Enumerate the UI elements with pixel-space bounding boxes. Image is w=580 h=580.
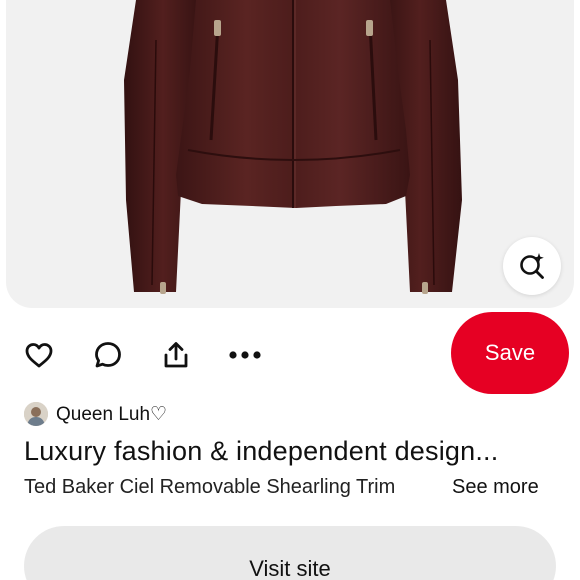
visit-site-button[interactable]: Visit site <box>24 526 556 580</box>
share-icon <box>164 342 188 368</box>
pin-description: Ted Baker Ciel Removable Shearling Trim <box>24 476 396 498</box>
pin-title: Luxury fashion & independent design... <box>24 436 499 466</box>
visual-search-icon <box>520 253 544 279</box>
share-button[interactable] <box>159 338 193 372</box>
comment-button[interactable] <box>91 338 125 372</box>
avatar-image <box>24 402 48 426</box>
heart-icon <box>25 343 53 368</box>
visual-search-button[interactable] <box>503 237 561 295</box>
creator-name[interactable]: Queen Luh♡ <box>56 403 167 426</box>
pin-image[interactable] <box>6 0 574 308</box>
description-row: Ted Baker Ciel Removable Shearling Trim … <box>24 476 564 504</box>
avatar[interactable] <box>24 402 48 426</box>
like-button[interactable] <box>22 338 56 372</box>
see-more-link[interactable]: See more <box>452 476 539 499</box>
more-options-button[interactable] <box>228 338 262 372</box>
comment-icon <box>95 342 121 368</box>
more-dots-icon <box>229 351 261 359</box>
creator-row[interactable]: Queen Luh♡ <box>24 400 167 428</box>
save-button[interactable]: Save <box>451 312 569 394</box>
leather-jacket-photo <box>124 0 462 294</box>
